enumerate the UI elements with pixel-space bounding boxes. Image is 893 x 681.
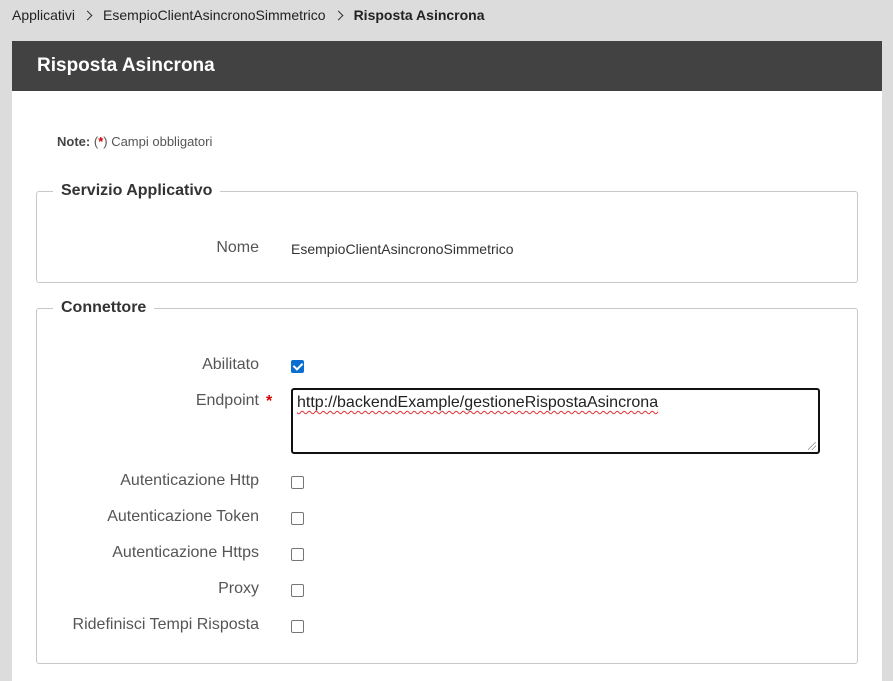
main-panel: Risposta Asincrona Note: (*) Campi obbli… bbox=[12, 41, 882, 681]
breadcrumb-link-applicativi[interactable]: Applicativi bbox=[12, 7, 75, 23]
servizio-applicativo-section: Servizio Applicativo Nome EsempioClientA… bbox=[36, 182, 858, 283]
abilitato-checkbox[interactable] bbox=[291, 360, 304, 373]
page-title: Risposta Asincrona bbox=[37, 55, 215, 76]
breadcrumb-current: Risposta Asincrona bbox=[353, 7, 485, 23]
servizio-legend: Servizio Applicativo bbox=[61, 182, 213, 199]
chevron-right-icon bbox=[82, 10, 93, 20]
panel-header: Risposta Asincrona bbox=[12, 41, 882, 91]
required-note: Note: (*) Campi obbligatori bbox=[57, 134, 212, 149]
proxy-label: Proxy bbox=[218, 580, 259, 597]
nome-value: EsempioClientAsincronoSimmetrico bbox=[291, 241, 514, 257]
endpoint-value: http://backendExample/gestioneRispostaAs… bbox=[297, 394, 659, 411]
autenticazione-https-checkbox[interactable] bbox=[291, 548, 304, 561]
required-mark: * bbox=[266, 393, 273, 410]
breadcrumb-link-servizio[interactable]: EsempioClientAsincronoSimmetrico bbox=[103, 7, 326, 23]
chevron-right-icon bbox=[333, 10, 344, 20]
autenticazione-token-label: Autenticazione Token bbox=[107, 508, 259, 525]
ridefinisci-tempi-risposta-checkbox[interactable] bbox=[291, 620, 304, 633]
breadcrumb: Applicativi EsempioClientAsincronoSimmet… bbox=[12, 0, 485, 30]
resize-handle-icon[interactable] bbox=[808, 442, 816, 450]
autenticazione-https-label: Autenticazione Https bbox=[112, 544, 259, 561]
note-text: ) Campi obbligatori bbox=[103, 134, 213, 149]
endpoint-label: Endpoint bbox=[195, 392, 259, 409]
nome-label: Nome bbox=[216, 239, 259, 256]
ridefinisci-tempi-risposta-label: Ridefinisci Tempi Risposta bbox=[72, 616, 259, 633]
endpoint-textarea[interactable]: http://backendExample/gestioneRispostaAs… bbox=[291, 388, 820, 454]
autenticazione-http-checkbox[interactable] bbox=[291, 476, 304, 489]
autenticazione-http-label: Autenticazione Http bbox=[120, 472, 259, 489]
connettore-legend: Connettore bbox=[61, 299, 147, 316]
autenticazione-token-checkbox[interactable] bbox=[291, 512, 304, 525]
abilitato-label: Abilitato bbox=[202, 356, 259, 373]
note-label: Note: bbox=[57, 134, 91, 149]
connettore-section: Connettore Abilitato Endpoint * http://b… bbox=[36, 299, 858, 664]
proxy-checkbox[interactable] bbox=[291, 584, 304, 597]
